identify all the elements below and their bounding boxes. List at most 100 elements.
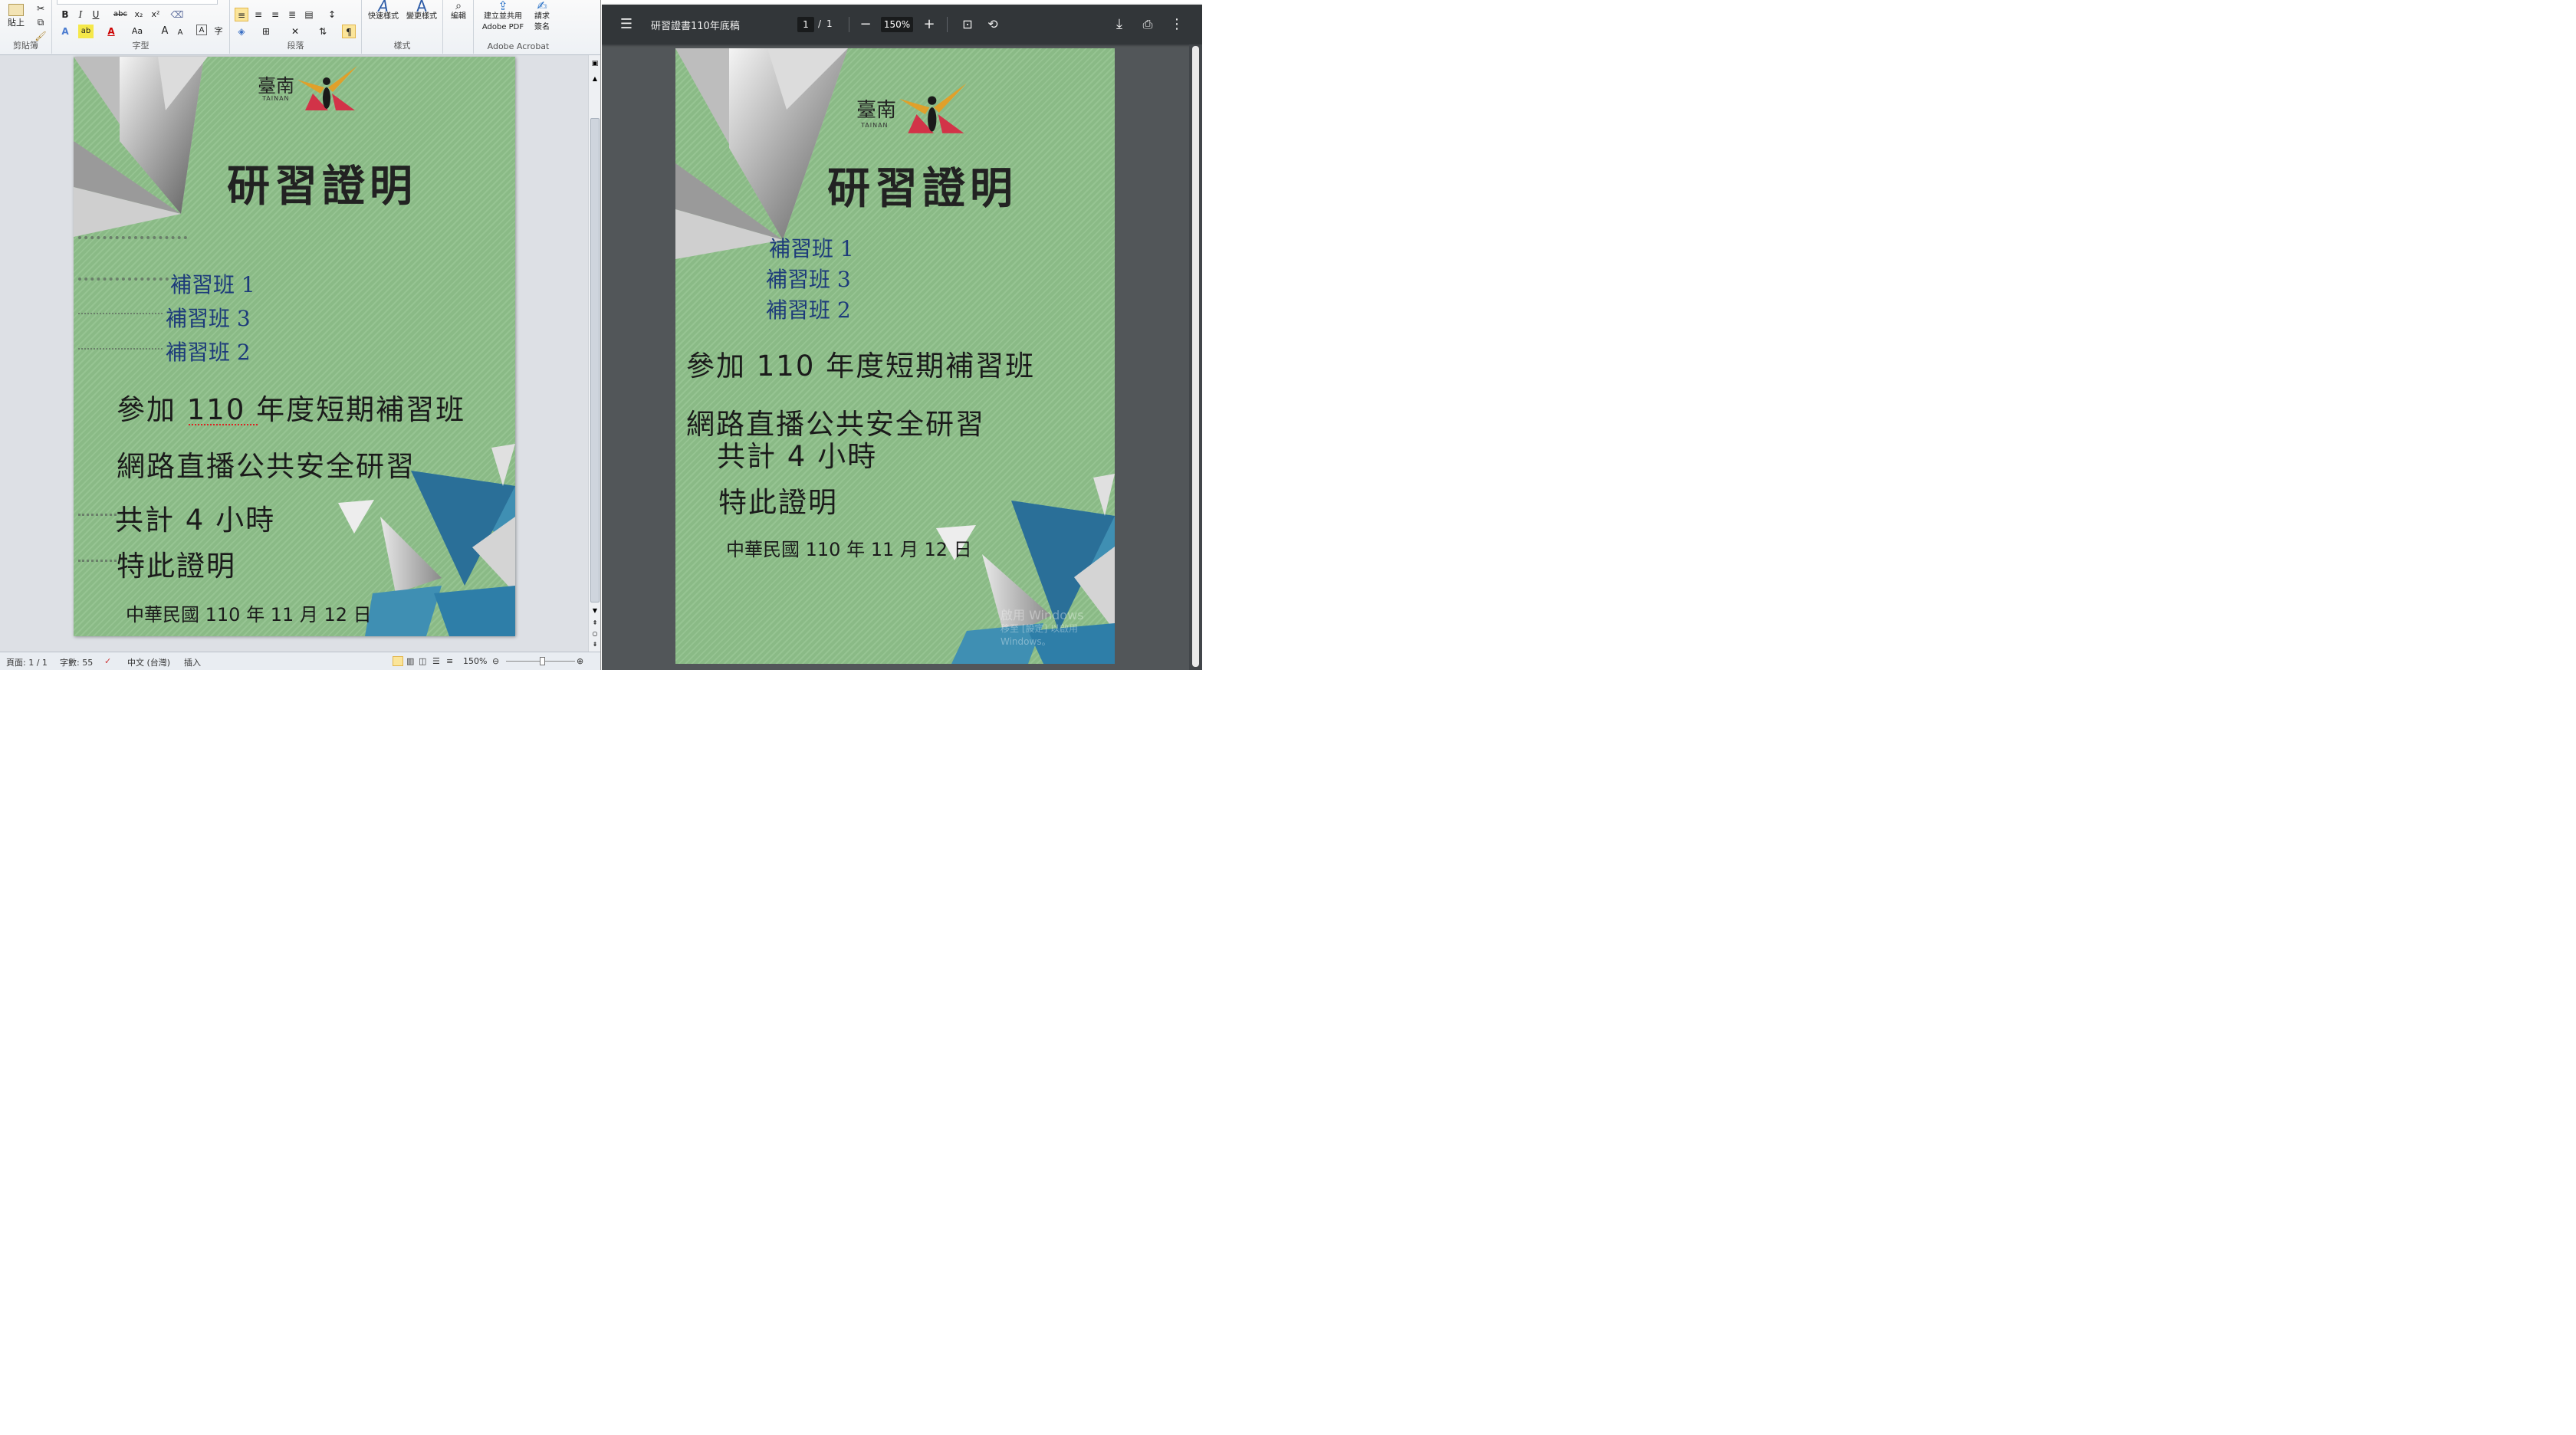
align-left-icon[interactable]: ≡ <box>235 8 248 21</box>
distributed-icon[interactable]: ▤ <box>302 8 316 21</box>
next-page-icon[interactable]: ⇟ <box>590 641 600 648</box>
status-bar: 頁面: 1 / 1 字數: 55 ✓ 中文 (台灣) 插入 ▥ ◫ ☰ ≡ 15… <box>0 652 600 670</box>
word-window: 貼上 ✂ ⧉ 🖌 剪貼簿 B I U abc x₂ x² ⌫ A ab A Aa… <box>0 0 601 670</box>
signature-icon: ✍ <box>537 0 547 13</box>
cut-icon[interactable]: ✂ <box>34 2 48 15</box>
pdf-viewer-window: ☰ 研習證書110年底稿 1 / 1 − 150% + ⊡ ⟲ ⤓ ⎙ ⋮ 臺南… <box>602 0 1202 670</box>
quick-styles-button[interactable]: A 快速樣式 <box>365 0 402 37</box>
grow-font-button[interactable]: A <box>158 25 172 38</box>
page-total: 1 <box>826 18 833 29</box>
word-count-status[interactable]: 字數: 55 <box>60 656 93 668</box>
tainan-logo: 臺南 TAINAN <box>258 63 373 112</box>
sort-icon[interactable]: ⇅ <box>316 25 330 38</box>
tab-leader <box>78 313 163 314</box>
zoom-in-icon[interactable]: ⊕ <box>577 656 583 666</box>
rotate-icon[interactable]: ⟲ <box>984 15 1002 34</box>
document-page[interactable]: 臺南 TAINAN 研習證明 補習班 1 補習班 3 補習班 2 參加 110 … <box>74 57 515 636</box>
show-marks-icon[interactable]: ¶ <box>342 25 356 38</box>
scroll-thumb[interactable] <box>590 118 600 603</box>
print-icon[interactable]: ⎙ <box>1138 15 1157 34</box>
language-status[interactable]: 中文 (台灣) <box>127 656 170 668</box>
font-color-button[interactable]: A <box>104 25 118 38</box>
zoom-out-icon[interactable]: − <box>856 15 875 34</box>
underline-button[interactable]: U <box>89 8 103 21</box>
styles-group: A 快速樣式 A 變更樣式 樣式 <box>362 0 443 54</box>
class-name-1: 補習班 1 <box>769 236 854 261</box>
char-border-button[interactable]: A <box>196 25 207 35</box>
highlight-button[interactable]: ab <box>78 25 94 38</box>
ruler-toggle-icon[interactable]: ▣ <box>590 60 600 71</box>
change-styles-label: 變更樣式 <box>406 12 437 21</box>
draft-icon[interactable]: ≡ <box>446 656 453 666</box>
prev-page-icon[interactable]: ⇞ <box>590 619 600 626</box>
italic-button[interactable]: I <box>74 8 87 21</box>
spellcheck-underline <box>189 423 258 425</box>
clear-format-icon[interactable]: ⌫ <box>170 8 184 21</box>
copy-icon[interactable]: ⧉ <box>34 15 48 29</box>
tab-leader <box>78 348 163 350</box>
scroll-down-icon[interactable]: ▼ <box>590 607 600 614</box>
hours-line: 共計 4 小時 <box>115 504 276 537</box>
zoom-level[interactable]: 150% <box>463 656 487 666</box>
zoom-input[interactable]: 150% <box>881 17 913 32</box>
enclose-char-button[interactable]: 字 <box>212 25 225 38</box>
borders-icon[interactable]: ⊞ <box>259 25 273 38</box>
pdf-page: 臺南 TAINAN 研習證明 補習班 1 補習班 3 補習班 2 參加 110 … <box>675 48 1115 664</box>
strikethrough-button[interactable]: abc <box>110 8 130 21</box>
align-center-icon[interactable]: ≡ <box>251 8 265 21</box>
shading-icon[interactable]: ◈ <box>235 25 248 38</box>
print-layout-icon[interactable] <box>393 656 403 666</box>
logo-mark-icon <box>899 83 967 133</box>
change-styles-button[interactable]: A 變更樣式 <box>403 0 440 37</box>
download-icon[interactable]: ⤓ <box>1110 15 1129 34</box>
create-pdf-label-2: Adobe PDF <box>481 23 524 31</box>
align-right-icon[interactable]: ≡ <box>268 8 282 21</box>
zoom-in-icon[interactable]: + <box>920 15 938 34</box>
certificate-title: 研習證明 <box>227 162 417 212</box>
outline-icon[interactable]: ☰ <box>432 656 440 666</box>
styles-group-label: 樣式 <box>393 41 411 51</box>
subscript-button[interactable]: x₂ <box>132 8 146 21</box>
zoom-slider-thumb[interactable] <box>540 657 545 665</box>
editing-label: 編輯 <box>451 12 466 21</box>
superscript-button[interactable]: x² <box>149 8 163 21</box>
scroll-up-icon[interactable]: ▲ <box>590 75 600 82</box>
bold-button[interactable]: B <box>58 8 72 21</box>
font-name-combo[interactable] <box>57 0 218 5</box>
change-case-button[interactable]: Aa <box>129 25 146 38</box>
font-group: B I U abc x₂ x² ⌫ A ab A Aa A A A 字 字型 <box>52 0 230 54</box>
activation-watermark-title: 啟用 Windows <box>1001 608 1084 622</box>
paste-button[interactable]: 貼上 <box>5 2 28 35</box>
change-styles-icon: A <box>416 0 427 15</box>
text-effects-button[interactable]: A <box>58 25 72 38</box>
issue-date: 中華民國 110 年 11 月 12 日 <box>126 604 372 626</box>
more-actions-icon[interactable]: ⋮ <box>1168 15 1186 34</box>
request-signature-button[interactable]: ✍ 請求 簽名 <box>531 0 554 38</box>
pdf-scrollbar[interactable] <box>1189 44 1202 670</box>
editing-button[interactable]: ⌕ 編輯 <box>446 0 471 37</box>
proofing-icon[interactable]: ✓ <box>104 656 111 666</box>
page-number-input[interactable]: 1 <box>797 17 814 32</box>
web-layout-icon[interactable]: ◫ <box>419 656 426 666</box>
fit-to-page-icon[interactable]: ⊡ <box>958 15 977 34</box>
menu-icon[interactable]: ☰ <box>617 15 636 34</box>
zoom-out-icon[interactable]: ⊖ <box>492 656 499 666</box>
editing-group: ⌕ 編輯 <box>443 0 474 54</box>
shrink-font-button[interactable]: A <box>173 26 187 40</box>
full-screen-icon[interactable]: ▥ <box>406 656 414 666</box>
pdf-scroll-thumb[interactable] <box>1192 46 1199 667</box>
page-separator: / <box>818 18 822 29</box>
asian-layout-icon[interactable]: ✕ <box>288 25 302 38</box>
tab-leader <box>78 560 117 562</box>
vertical-scrollbar[interactable]: ▣ ▲ ▼ ⇞ ○ ⇟ <box>588 55 600 652</box>
justify-icon[interactable]: ≣ <box>285 8 299 21</box>
quick-styles-icon: A <box>378 0 389 15</box>
page-count-status[interactable]: 頁面: 1 / 1 <box>6 656 48 668</box>
line-spacing-icon[interactable]: ↕ <box>325 8 339 21</box>
insert-mode-status[interactable]: 插入 <box>184 656 201 668</box>
browse-object-icon[interactable]: ○ <box>590 630 600 637</box>
sign-label-1: 請求 <box>534 12 550 21</box>
create-pdf-button[interactable]: ⇪ 建立並共用 Adobe PDF <box>477 0 529 38</box>
logo-subtext: TAINAN <box>262 95 290 102</box>
create-pdf-label-1: 建立並共用 <box>484 12 522 21</box>
